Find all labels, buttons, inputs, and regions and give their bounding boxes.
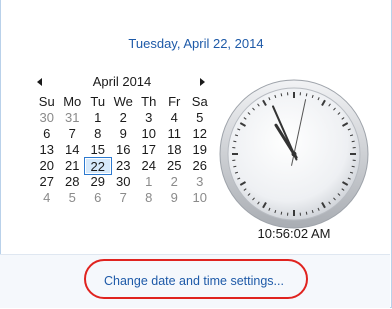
day-cell[interactable]: 19	[187, 142, 213, 158]
day-cell[interactable]: 14	[60, 142, 86, 158]
day-cell[interactable]: 7	[111, 190, 137, 206]
day-cell[interactable]: 6	[34, 126, 60, 142]
minute-tick	[280, 93, 283, 97]
day-cell[interactable]: 5	[60, 190, 86, 206]
day-cell[interactable]: 13	[34, 142, 60, 158]
day-cell[interactable]: 5	[187, 110, 213, 126]
day-cell[interactable]: 17	[136, 142, 162, 158]
day-cell[interactable]: 28	[60, 174, 86, 190]
day-cell[interactable]: 1	[136, 174, 162, 190]
day-cell[interactable]: 30	[111, 174, 137, 190]
day-cell[interactable]: 1	[85, 110, 111, 126]
day-cell[interactable]: 7	[60, 126, 86, 142]
day-cell[interactable]: 6	[85, 190, 111, 206]
analog-clock	[219, 79, 369, 229]
day-cell[interactable]: 10	[136, 126, 162, 142]
minute-tick	[305, 93, 308, 97]
day-cell[interactable]: 9	[111, 126, 137, 142]
day-cell[interactable]: 16	[111, 142, 137, 158]
minute-tick	[233, 165, 237, 168]
calendar-navigation: April 2014	[30, 74, 210, 92]
day-cell[interactable]: 15	[85, 142, 111, 158]
day-cell[interactable]: 23	[111, 158, 137, 174]
calendar: April 2014 Su Mo Tu We Th Fr Sa 30 31 1 2 3 4 5 6 7 8 9 10…	[30, 74, 210, 206]
weekday-header: Fr	[168, 94, 181, 109]
weekday-header: Th	[141, 94, 157, 109]
day-cell[interactable]: 20	[34, 158, 60, 174]
calendar-grid: Su Mo Tu We Th Fr Sa 30 31 1 2 3 4 5 6 7 8 9 10 11 12 13 14 15 1…	[34, 94, 210, 206]
clock-center	[291, 151, 297, 157]
day-cell[interactable]: 21	[60, 158, 86, 174]
minute-tick	[305, 211, 308, 215]
weekday-header: Su	[38, 94, 55, 109]
current-date-link[interactable]: Tuesday, April 22, 2014	[0, 36, 392, 51]
day-cell[interactable]: 3	[187, 174, 213, 190]
triangle-right-icon	[200, 78, 205, 86]
previous-month-button[interactable]	[36, 76, 46, 88]
minute-tick	[280, 211, 283, 215]
month-title[interactable]: April 2014	[90, 74, 154, 89]
day-cell[interactable]: 27	[34, 174, 60, 190]
day-cell[interactable]: 22	[84, 157, 112, 175]
day-cell[interactable]: 29	[85, 174, 111, 190]
day-cell[interactable]: 8	[136, 190, 162, 206]
minute-tick	[351, 165, 355, 168]
day-cell[interactable]: 2	[162, 174, 188, 190]
day-cell[interactable]: 10	[187, 190, 213, 206]
day-cell[interactable]: 4	[162, 110, 188, 126]
day-cell[interactable]: 11	[162, 126, 188, 142]
day-cell[interactable]: 8	[85, 126, 111, 142]
minute-tick	[351, 140, 355, 143]
weekday-header: Tu	[90, 94, 106, 109]
highlight-annotation	[84, 259, 308, 299]
weekday-header: Mo	[63, 94, 82, 109]
day-cell[interactable]: 3	[136, 110, 162, 126]
next-month-button[interactable]	[198, 76, 208, 88]
day-cell[interactable]: 18	[162, 142, 188, 158]
day-cell[interactable]: 31	[60, 110, 86, 126]
day-cell[interactable]: 24	[136, 158, 162, 174]
weekday-header: Sa	[191, 94, 208, 109]
digital-time: 10:56:02 AM	[257, 226, 331, 241]
day-cell[interactable]: 25	[162, 158, 188, 174]
day-cell[interactable]: 26	[187, 158, 213, 174]
day-cell[interactable]: 30	[34, 110, 60, 126]
weekday-header: We	[113, 94, 133, 109]
minute-tick	[233, 140, 237, 143]
day-cell[interactable]: 2	[111, 110, 137, 126]
day-cell[interactable]: 12	[187, 126, 213, 142]
triangle-left-icon	[37, 78, 42, 86]
day-cell[interactable]: 9	[162, 190, 188, 206]
day-cell[interactable]: 4	[34, 190, 60, 206]
